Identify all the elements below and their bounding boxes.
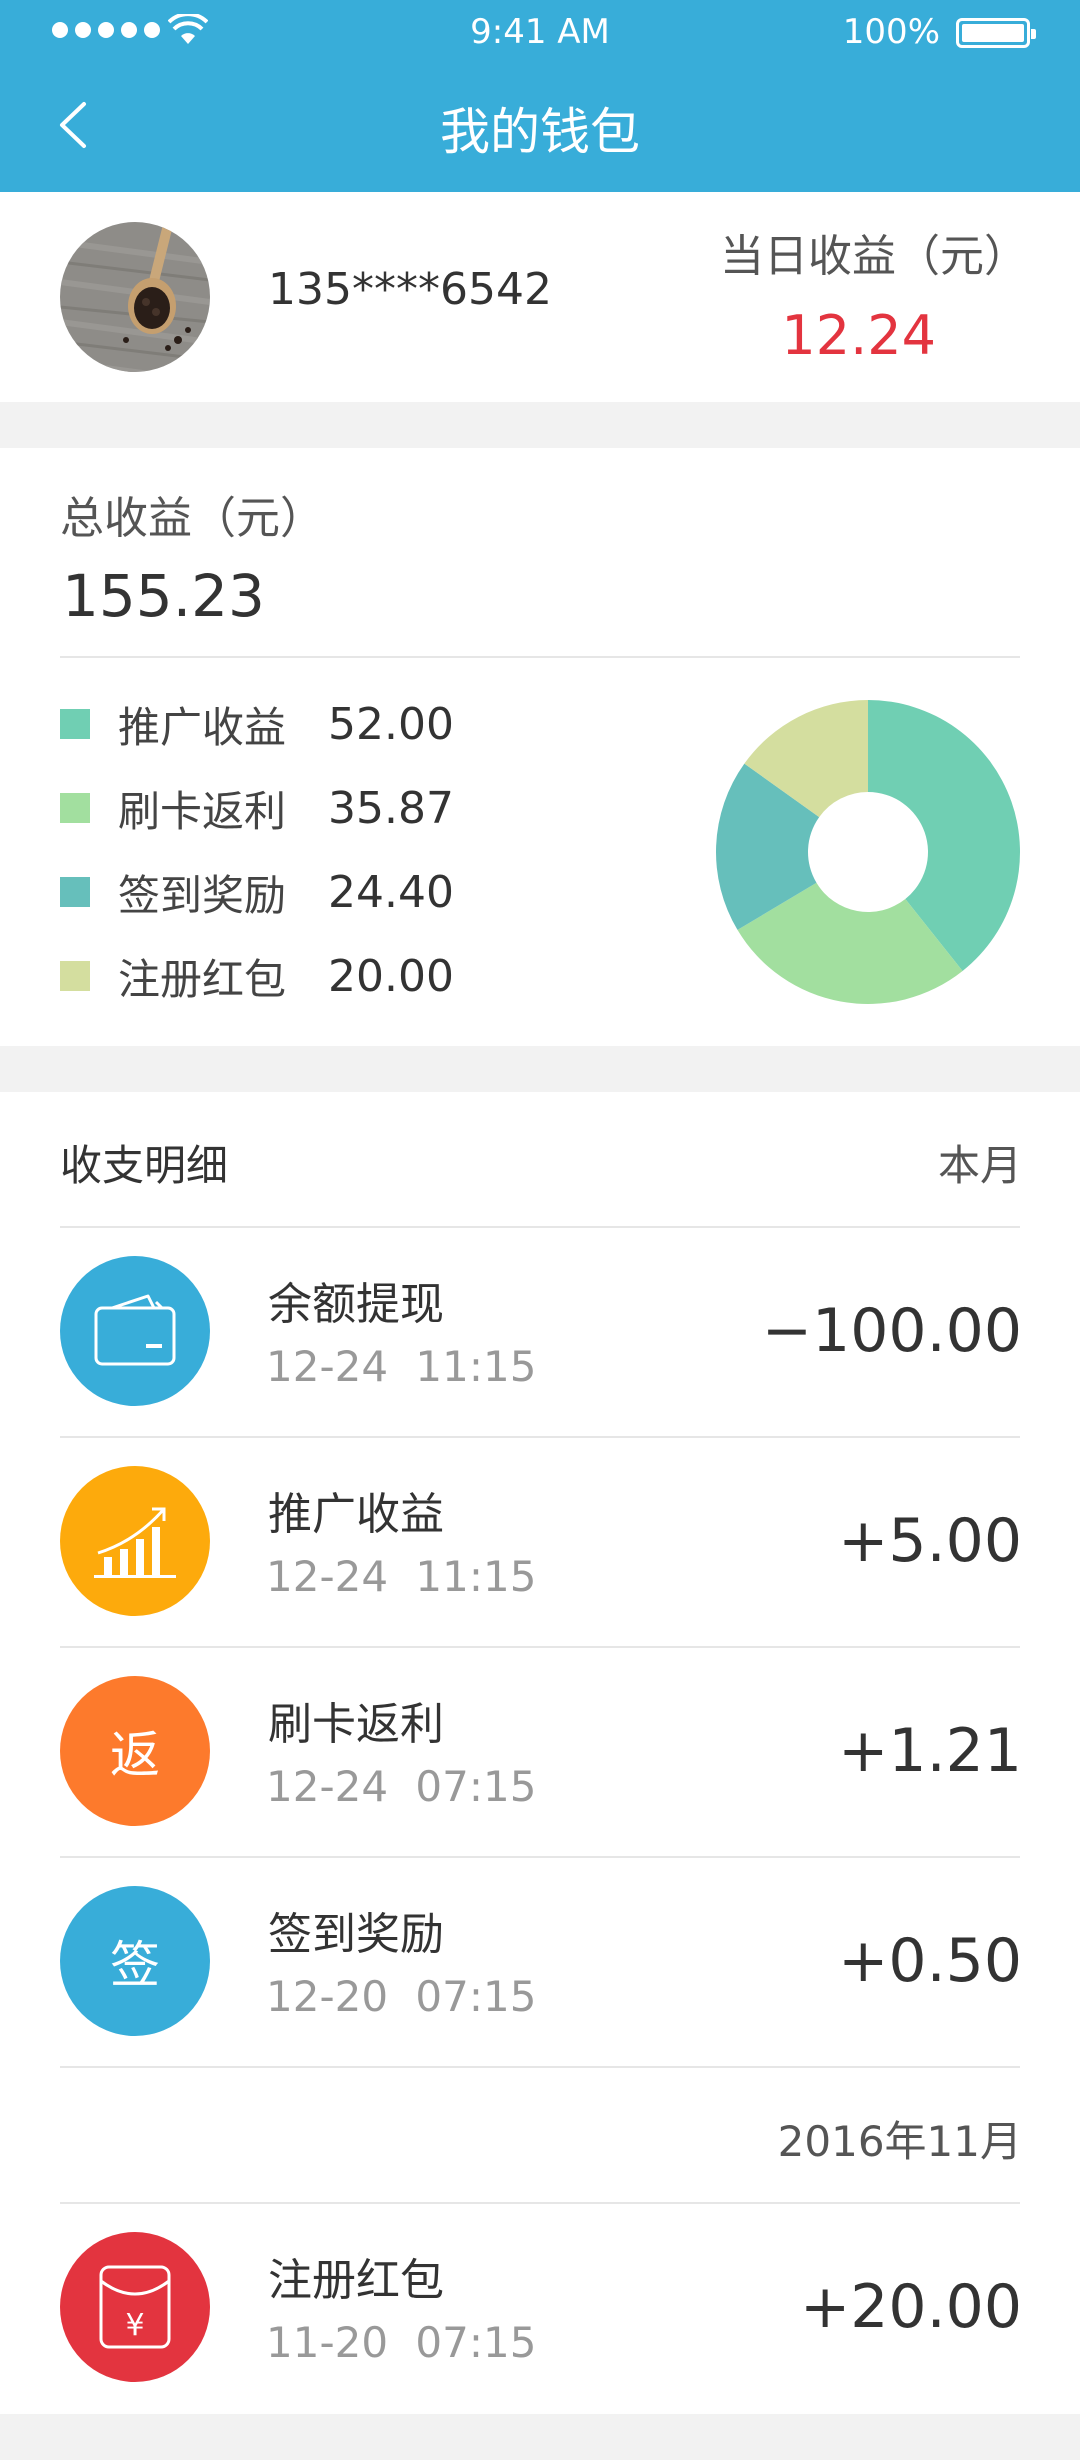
legend-value: 52.00 [328,698,454,750]
transaction-name: 注册红包 [268,2255,444,2306]
transaction-amount: +0.50 [838,1926,1022,1996]
battery-icon [956,18,1036,48]
legend-name: 刷卡返利 [118,786,287,836]
transaction-datetime: 11-20 07:15 [266,2318,537,2367]
today-earnings-value: 12.24 [781,304,936,367]
transaction-name: 刷卡返利 [268,1699,444,1750]
earnings-donut-chart [716,700,1020,1004]
transaction-datetime: 12-24 11:15 [266,1552,537,1601]
legend-swatch [60,961,90,991]
transaction-name: 余额提现 [268,1279,444,1330]
svg-text:¥: ¥ [125,2308,144,2343]
total-earnings-value: 155.23 [62,562,265,630]
transaction-amount: +20.00 [799,2272,1022,2342]
legend-name: 签到奖励 [118,870,287,920]
legend-name: 注册红包 [118,954,287,1004]
total-earnings-label: 总收益（元） [60,493,324,544]
today-earnings-label: 当日收益（元） [720,231,1028,282]
legend-value: 24.40 [328,866,454,918]
top-bar: 9:41 AM 100% 我的钱包 [0,0,1080,192]
month-filter[interactable]: 本月 [938,1132,1022,1193]
legend-value: 35.87 [328,782,454,834]
transaction-amount: +5.00 [838,1506,1022,1576]
details-title: 收支明细 [60,1141,229,1190]
transaction-datetime: 12-20 07:15 [266,1972,537,2021]
rebate-icon: 返 [60,1676,210,1826]
transaction-datetime: 12-24 11:15 [266,1342,537,1391]
red-envelope-icon: ¥ [60,2232,210,2382]
transaction-row[interactable]: 推广收益 12-24 11:15 +5.00 [0,1438,1080,1648]
legend-swatch [60,709,90,739]
total-earnings-card: 总收益（元） 155.23 推广收益 52.00 刷卡返利 35.87 签到奖励… [0,448,1080,1046]
transaction-row[interactable]: 返 刷卡返利 12-24 07:15 +1.21 [0,1648,1080,1858]
transaction-row[interactable]: ¥ 注册红包 11-20 07:15 +20.00 [0,2204,1080,2414]
growth-chart-icon [60,1466,210,1616]
checkin-icon: 签 [60,1886,210,2036]
transaction-datetime: 12-24 07:15 [266,1762,537,1811]
transaction-name: 签到奖励 [268,1909,444,1960]
legend-item: 签到奖励 24.40 [60,862,454,922]
section-date-header: 2016年11月 [777,2117,1022,2166]
legend-item: 注册红包 20.00 [60,946,454,1006]
wallet-icon [60,1256,210,1406]
transaction-amount: +1.21 [838,1716,1022,1786]
transaction-name: 推广收益 [268,1489,444,1540]
transaction-details-card: 收支明细 本月 余额提现 12-24 11:15 −100.00 推广收益 12… [0,1092,1080,2414]
battery-percentage: 100% [842,12,940,52]
transaction-amount: −100.00 [761,1296,1022,1366]
profile-card: 135****6542 当日收益（元） 12.24 [0,192,1080,402]
transaction-row[interactable]: 签 签到奖励 12-20 07:15 +0.50 [0,1858,1080,2068]
transaction-row[interactable]: 余额提现 12-24 11:15 −100.00 [0,1228,1080,1438]
status-bar: 9:41 AM 100% [0,0,1080,64]
phone-number: 135****6542 [268,264,552,315]
legend-value: 20.00 [328,950,454,1002]
legend-swatch [60,793,90,823]
legend-swatch [60,877,90,907]
legend-name: 推广收益 [118,702,287,752]
legend-item: 刷卡返利 35.87 [60,778,454,838]
page-title: 我的钱包 [440,103,640,161]
divider [60,2066,1020,2068]
divider [60,656,1020,658]
avatar[interactable] [60,222,210,372]
legend-item: 推广收益 52.00 [60,694,454,754]
